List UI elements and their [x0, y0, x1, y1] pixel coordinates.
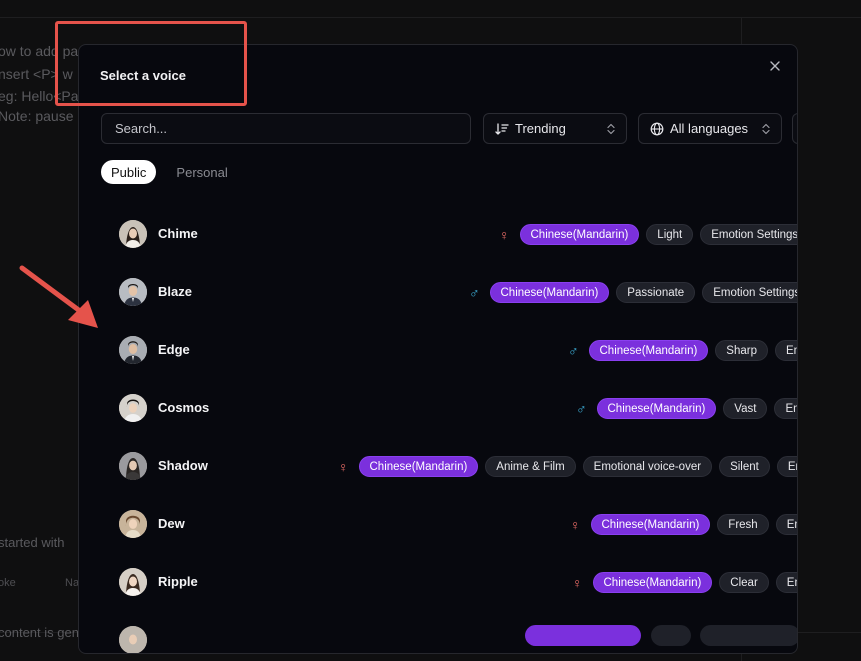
voice-tag: Clear: [719, 572, 769, 593]
sort-dropdown[interactable]: Trending: [483, 113, 627, 144]
voice-name: Ripple: [158, 574, 198, 589]
voice-row-shadow[interactable]: Shadow ♀ Chinese(Mandarin) Anime & Film …: [79, 437, 797, 495]
avatar: [119, 568, 147, 596]
voice-list: Chime ♀ Chinese(Mandarin) Light Emotion …: [79, 205, 797, 653]
female-icon: ♀: [572, 574, 583, 591]
avatar: [119, 278, 147, 306]
voice-row-edge[interactable]: Edge ♂ Chinese(Mandarin) Sharp Em: [79, 321, 797, 379]
voice-name: Shadow: [158, 458, 208, 473]
language-tag: Chinese(Mandarin): [590, 514, 711, 535]
language-tag: Chinese(Mandarin): [596, 398, 717, 419]
sort-dropdown-label: Trending: [515, 121, 566, 136]
voice-tags: ♀ Chinese(Mandarin) Anime & Film Emotion…: [338, 456, 797, 477]
avatar: [119, 336, 147, 364]
chevron-up-down-icon: [607, 123, 615, 134]
voice-tag: Passionate: [616, 282, 696, 303]
voice-row-cosmos[interactable]: Cosmos ♂ Chinese(Mandarin) Vast Em: [79, 379, 797, 437]
bg-divider: [0, 17, 861, 18]
language-tag: Chinese(Mandarin): [489, 282, 610, 303]
voice-select-modal: Select a voice Trending: [78, 44, 798, 654]
voice-tag: Em: [774, 340, 797, 361]
voice-tag: Emotional voice-over: [582, 456, 713, 477]
close-button[interactable]: [767, 58, 783, 74]
language-dropdown[interactable]: All languages: [638, 113, 782, 144]
sort-icon: [495, 122, 509, 135]
voice-tag: Silent: [719, 456, 770, 477]
language-tag: Chinese(Mandarin): [588, 340, 709, 361]
voice-name: Cosmos: [158, 400, 210, 415]
language-tag: Chinese(Mandarin): [358, 456, 479, 477]
voice-name: Dew: [158, 516, 185, 531]
female-icon: ♀: [499, 226, 510, 243]
bg-footer-text: content is gen: [0, 625, 79, 640]
male-icon: ♂: [469, 284, 480, 301]
voice-tag: Sharp: [715, 340, 768, 361]
voice-row-ripple[interactable]: Ripple ♀ Chinese(Mandarin) Clear Em: [79, 553, 797, 611]
voice-row-blaze[interactable]: Blaze ♂ Chinese(Mandarin) Passionate Emo…: [79, 263, 797, 321]
voice-tag: [700, 625, 797, 646]
voice-row-dew[interactable]: Dew ♀ Chinese(Mandarin) Fresh Em: [79, 495, 797, 553]
language-dropdown-label: All languages: [670, 121, 749, 136]
voice-tag: Light: [646, 224, 694, 245]
voice-tag: Emotion Settings: [702, 282, 797, 303]
tab-personal[interactable]: Personal: [164, 160, 239, 184]
voice-tags: ♂ Chinese(Mandarin) Passionate Emotion S…: [469, 282, 797, 303]
voice-tags: ♂ Chinese(Mandarin) Sharp Em: [568, 340, 797, 361]
globe-icon: [650, 122, 664, 135]
bg-started-text: started with: [0, 535, 65, 550]
avatar: [119, 394, 147, 422]
voice-tags: ♂ Chinese(Mandarin) Vast Em: [576, 398, 797, 419]
voice-row-partial[interactable]: [79, 611, 797, 653]
annotation-highlight-box: [55, 21, 247, 106]
avatar: [119, 626, 147, 653]
voice-tag: Anime & Film: [485, 456, 576, 477]
female-icon: ♀: [338, 458, 349, 475]
language-tag: Chinese(Mandarin): [519, 224, 640, 245]
voice-tag: Em: [775, 572, 797, 593]
search-input[interactable]: [113, 120, 459, 137]
avatar: [119, 510, 147, 538]
voice-tag: Em: [774, 398, 797, 419]
voice-tags: ♀ Chinese(Mandarin) Fresh Em: [570, 514, 797, 535]
voice-tag: Emotion Settings: [700, 224, 797, 245]
voice-tag: Em: [776, 456, 797, 477]
app-page: ow to add pa nsert <P> w eg: Hello<Pa No…: [0, 0, 861, 661]
voice-tags: ♀ Chinese(Mandarin) Light Emotion Settin…: [499, 224, 797, 245]
voice-tag: [651, 625, 691, 646]
male-icon: ♂: [568, 342, 579, 359]
voice-name: Chime: [158, 226, 198, 241]
voice-tags: ♀ Chinese(Mandarin) Clear Em: [572, 572, 797, 593]
voice-tag: Fresh: [717, 514, 769, 535]
close-icon: [770, 61, 780, 71]
voice-name: Edge: [158, 342, 190, 357]
bg-chip: oke: [0, 577, 16, 589]
bg-text-line: Note: pause: [0, 108, 74, 124]
bg-chip: Na: [65, 577, 80, 589]
avatar: [119, 220, 147, 248]
voice-tabs: Public Personal: [101, 160, 240, 184]
voice-name: Blaze: [158, 284, 192, 299]
language-tag: [525, 625, 641, 646]
filter-dropdown[interactable]: [792, 113, 797, 144]
tab-public[interactable]: Public: [101, 160, 157, 184]
voice-tag: Em: [775, 514, 797, 535]
female-icon: ♀: [570, 516, 581, 533]
voice-tag: Vast: [723, 398, 768, 419]
annotation-arrow-icon: [19, 265, 98, 328]
language-tag: Chinese(Mandarin): [592, 572, 713, 593]
chevron-up-down-icon: [762, 123, 770, 134]
search-field[interactable]: [101, 113, 471, 144]
male-icon: ♂: [576, 400, 587, 417]
voice-row-chime[interactable]: Chime ♀ Chinese(Mandarin) Light Emotion …: [79, 205, 797, 263]
avatar: [119, 452, 147, 480]
